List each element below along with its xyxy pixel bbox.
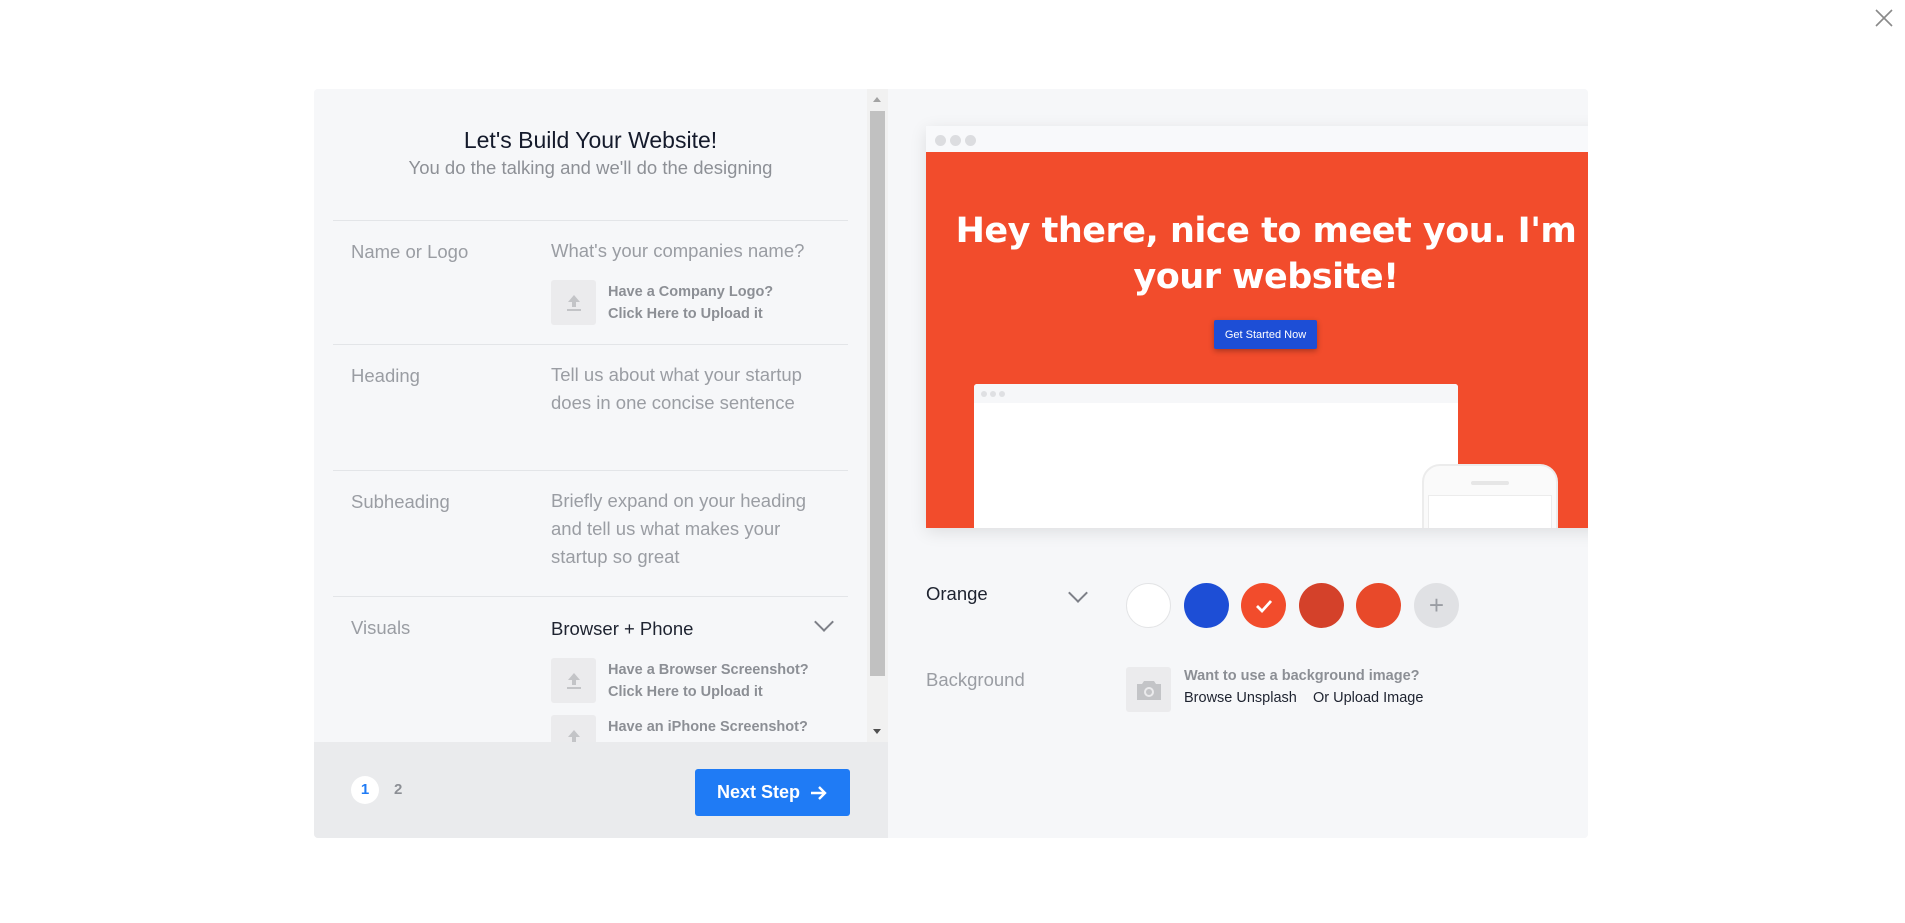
upload-title: Have a Company Logo? (608, 283, 774, 300)
page-1-button[interactable]: 1 (351, 776, 379, 804)
window-dot (950, 135, 961, 146)
subheading-input[interactable]: Briefly expand on your heading and tell … (551, 487, 821, 571)
website-builder-modal: Let's Build Your Website! You do the tal… (314, 89, 1588, 838)
visuals-label: Visuals (351, 617, 411, 638)
heading-label: Heading (351, 365, 420, 386)
window-dot (981, 391, 987, 397)
name-label: Name or Logo (351, 241, 469, 262)
next-step-label: Next Step (716, 782, 801, 802)
swatch-blue[interactable] (1184, 583, 1229, 628)
window-dot (999, 391, 1005, 397)
camera-icon (1136, 680, 1161, 700)
swatch-red-orange[interactable] (1356, 583, 1401, 628)
page-subtitle: You do the talking and we'll do the desi… (408, 157, 773, 178)
color-select[interactable]: Orange (926, 583, 988, 605)
upload-icon (566, 672, 581, 689)
divider (333, 596, 848, 597)
window-dot (990, 391, 996, 397)
logo-upload-button[interactable]: Have a Company Logo? Click Here to Uploa… (551, 280, 773, 325)
form-scroll-area: Let's Build Your Website! You do the tal… (314, 89, 888, 742)
visuals-select[interactable]: Browser + Phone (551, 618, 693, 640)
background-label: Background (926, 669, 1025, 690)
browser-mockup (974, 384, 1458, 528)
hero-section: Hey there, nice to meet you. I'm your we… (926, 152, 1588, 528)
upload-icon-box (551, 715, 596, 742)
swatch-dark-orange[interactable] (1299, 583, 1344, 628)
swatch-orange[interactable] (1241, 583, 1286, 628)
window-dot (935, 135, 946, 146)
close-icon (1875, 9, 1893, 27)
upload-icon (566, 294, 581, 311)
iphone-upload-button[interactable]: Have an iPhone Screenshot? Click Here to… (551, 715, 808, 742)
divider (333, 470, 848, 471)
page-2-button[interactable]: 2 (394, 776, 402, 804)
scrollbar-thumb[interactable] (870, 111, 885, 676)
upload-title: Have a Browser Screenshot? (608, 661, 809, 678)
browser-upload-button[interactable]: Have a Browser Screenshot? Click Here to… (551, 658, 809, 703)
upload-image-link[interactable]: Or Upload Image (1313, 690, 1423, 706)
company-name-input[interactable]: What's your companies name? (551, 237, 841, 265)
form-footer: 1 2 Next Step (314, 742, 888, 838)
upload-icon (567, 729, 580, 742)
background-question: Want to use a background image? (1184, 668, 1420, 684)
add-color-button[interactable]: + (1414, 583, 1459, 628)
form-panel: Let's Build Your Website! You do the tal… (314, 89, 888, 838)
page-title: Let's Build Your Website! (463, 127, 718, 153)
close-button[interactable] (1872, 6, 1896, 30)
upload-icon-box (551, 280, 596, 325)
subheading-label: Subheading (351, 491, 450, 512)
upload-title: Have an iPhone Screenshot? (608, 718, 808, 735)
divider (333, 220, 848, 221)
form-scrollbar[interactable] (867, 89, 888, 742)
divider (333, 344, 848, 345)
arrow-right-icon (811, 785, 827, 800)
scroll-down-arrow[interactable] (873, 729, 881, 734)
background-image-box[interactable] (1126, 667, 1171, 712)
swatch-white[interactable] (1126, 583, 1171, 628)
phone-screen (1428, 495, 1552, 528)
upload-action: Click Here to Upload it (608, 305, 763, 322)
browser-bar (926, 126, 1588, 152)
check-icon (1255, 599, 1272, 613)
hero-headline: Hey there, nice to meet you. I'm your we… (955, 211, 1577, 297)
window-dot (965, 135, 976, 146)
upload-icon-box (551, 658, 596, 703)
get-started-button[interactable]: Get Started Now (1214, 320, 1317, 349)
next-step-button[interactable]: Next Step (695, 769, 850, 816)
scroll-up-arrow[interactable] (873, 97, 881, 102)
phone-speaker (1471, 481, 1509, 485)
website-preview: Hey there, nice to meet you. I'm your we… (926, 126, 1588, 528)
browse-unsplash-link[interactable]: Browse Unsplash (1184, 690, 1297, 706)
phone-mockup (1422, 464, 1558, 528)
heading-input[interactable]: Tell us about what your startup does in … (551, 361, 841, 417)
upload-action: Click Here to Upload it (608, 683, 763, 700)
chevron-down-icon[interactable] (814, 612, 834, 632)
